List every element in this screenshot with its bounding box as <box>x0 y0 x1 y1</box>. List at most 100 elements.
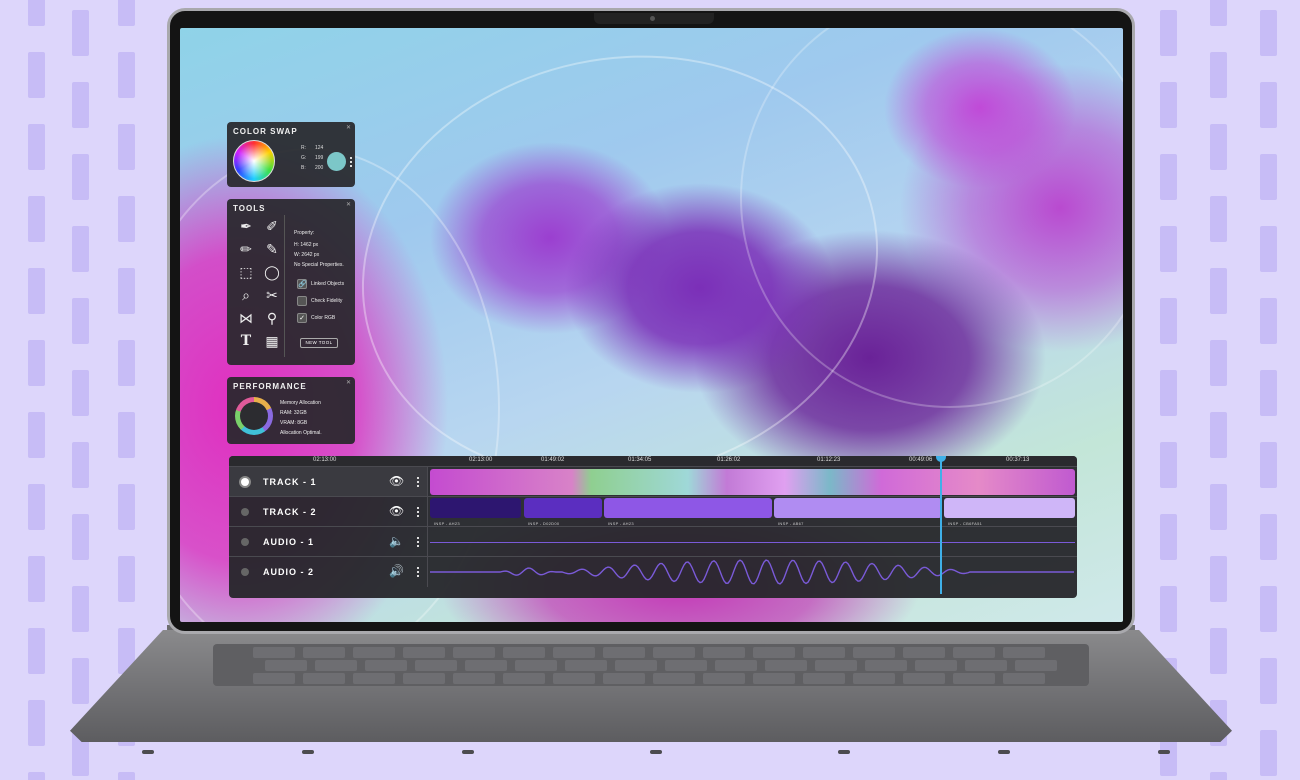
divider <box>284 215 285 357</box>
keyboard-key <box>503 647 545 658</box>
scissors-icon[interactable]: ✂ <box>261 284 283 306</box>
background-stripe <box>1260 154 1277 200</box>
background-stripe <box>72 586 89 632</box>
new-tool-button[interactable]: NEW TOOL <box>300 338 338 348</box>
color-rgb-checkbox[interactable]: ✓ <box>297 313 307 323</box>
track-header[interactable]: AUDIO - 2 🔊 <box>229 557 428 587</box>
laptop-foot <box>142 750 154 754</box>
ruler-time-label: 01:49:02 <box>541 457 565 463</box>
lasso-icon[interactable]: ◯ <box>261 261 283 283</box>
video-thumbnail-strip[interactable] <box>430 469 1075 495</box>
background-stripe <box>28 0 45 26</box>
keyboard-key <box>665 660 707 671</box>
pen-nib-icon[interactable]: ✒ <box>235 215 257 237</box>
keyboard-key <box>253 647 295 658</box>
track-row-video-1: TRACK - 1 👁 <box>229 466 1077 497</box>
video-clip[interactable]: INSP - CB6FA51 <box>944 498 1075 526</box>
keyboard-key <box>453 673 495 684</box>
laptop-lid: COLOR SWAP ✕ R: 124 G: 199 B: 200 TOOLS ✕ ✒… <box>167 8 1135 634</box>
speaker-loud-icon[interactable]: 🔊 <box>389 564 404 578</box>
close-icon[interactable]: ✕ <box>346 201 351 208</box>
timeline-ruler[interactable]: 02:13:00 02:13:00 01:49:02 01:34:05 01:26:02… <box>229 456 1077 466</box>
eye-icon[interactable]: 👁 <box>389 474 404 488</box>
speaker-icon[interactable]: 🔈 <box>389 534 404 548</box>
background-stripe <box>1210 124 1227 170</box>
pen-icon[interactable]: ✎ <box>261 238 283 260</box>
audio-2-waveform[interactable] <box>430 557 1075 587</box>
keyboard-key <box>603 647 645 658</box>
track-select-radio[interactable] <box>241 508 249 516</box>
webcam <box>594 13 714 24</box>
background-stripe <box>72 442 89 488</box>
video-clip[interactable]: INSP - AH23 <box>430 498 521 526</box>
keyboard-key <box>803 673 845 684</box>
background-stripe <box>1210 52 1227 98</box>
track-header[interactable]: TRACK - 1 👁 <box>229 467 428 497</box>
flip-icon[interactable]: ⋈ <box>235 307 257 329</box>
keyboard-key <box>565 660 607 671</box>
track-row-audio-2: AUDIO - 2 🔊 <box>229 556 1077 587</box>
dropper-icon[interactable]: ⚲ <box>261 307 283 329</box>
close-icon[interactable]: ✕ <box>346 124 351 131</box>
more-icon[interactable] <box>417 537 419 547</box>
keyboard-key <box>753 647 795 658</box>
more-icon[interactable] <box>417 567 419 577</box>
ruler-time-label: 01:34:05 <box>628 457 652 463</box>
keyboard-key <box>515 660 557 671</box>
more-icon[interactable] <box>417 477 419 487</box>
background-stripe <box>1260 370 1277 416</box>
eye-icon[interactable]: 👁 <box>389 504 404 518</box>
color-swap-panel: COLOR SWAP ✕ R: 124 G: 199 B: 200 <box>227 122 355 187</box>
property-label: Property: <box>294 230 315 236</box>
track-select-radio[interactable] <box>241 478 249 486</box>
background-stripe <box>1260 730 1277 776</box>
track-select-radio[interactable] <box>241 538 249 546</box>
keyboard-key <box>953 647 995 658</box>
more-icon[interactable] <box>350 157 352 167</box>
panel-title: PERFORMANCE <box>233 382 307 391</box>
performance-panel: PERFORMANCE ✕ Memory Allocation RAM: 32G… <box>227 377 355 444</box>
panel-title: COLOR SWAP <box>233 127 298 136</box>
keyboard-key <box>853 673 895 684</box>
playhead[interactable] <box>940 460 942 594</box>
track-header[interactable]: AUDIO - 1 🔈 <box>229 527 428 557</box>
pencil-icon[interactable]: ✏ <box>235 238 257 260</box>
color-wheel[interactable] <box>233 140 275 182</box>
close-icon[interactable]: ✕ <box>346 379 351 386</box>
linked-objects-checkbox[interactable]: 🔗 <box>297 279 307 289</box>
keyboard-key <box>265 660 307 671</box>
more-icon[interactable] <box>417 507 419 517</box>
keyboard-key <box>303 647 345 658</box>
crop-icon[interactable]: ⬚ <box>235 261 257 283</box>
color-swatch[interactable] <box>327 152 346 171</box>
ruler-time-label: 01:12:23 <box>817 457 841 463</box>
background-stripe <box>72 10 89 56</box>
keyboard-key <box>553 647 595 658</box>
background-stripe <box>1260 226 1277 272</box>
gradient-icon[interactable]: ▦ <box>261 330 283 352</box>
keyboard-key <box>603 673 645 684</box>
track-row-video-2: TRACK - 2 👁 INSP - AH23 INSP - D02D00 INSP… <box>229 496 1077 527</box>
check-fidelity-checkbox[interactable] <box>297 296 307 306</box>
keyboard-key <box>315 660 357 671</box>
timeline-panel: 02:13:00 02:13:00 01:49:02 01:34:05 01:26:02… <box>229 456 1077 598</box>
audio-1-waveform[interactable] <box>430 542 1075 543</box>
video-clip[interactable]: INSP - AB67 <box>774 498 942 526</box>
background-stripe <box>118 0 135 26</box>
background-stripe <box>118 52 135 98</box>
magnifier-icon[interactable]: ⌕ <box>235 284 257 306</box>
special-properties: No Special Properties. <box>294 262 344 268</box>
background-stripe <box>72 658 89 704</box>
keyboard-key <box>703 647 745 658</box>
track-header[interactable]: TRACK - 2 👁 <box>229 497 428 527</box>
panel-title: TOOLS <box>233 204 266 213</box>
track-select-radio[interactable] <box>241 568 249 576</box>
brush-icon[interactable]: ✐ <box>261 215 283 237</box>
background-stripe <box>118 340 135 386</box>
ruler-time-label: 00:49:06 <box>909 457 933 463</box>
video-clip[interactable]: INSP - D02D00 <box>524 498 602 526</box>
video-clip[interactable]: INSP - AH23 <box>604 498 772 526</box>
background-stripe <box>72 370 89 416</box>
rgb-r-row: R: 124 <box>301 145 324 151</box>
text-icon[interactable]: T <box>235 330 257 352</box>
